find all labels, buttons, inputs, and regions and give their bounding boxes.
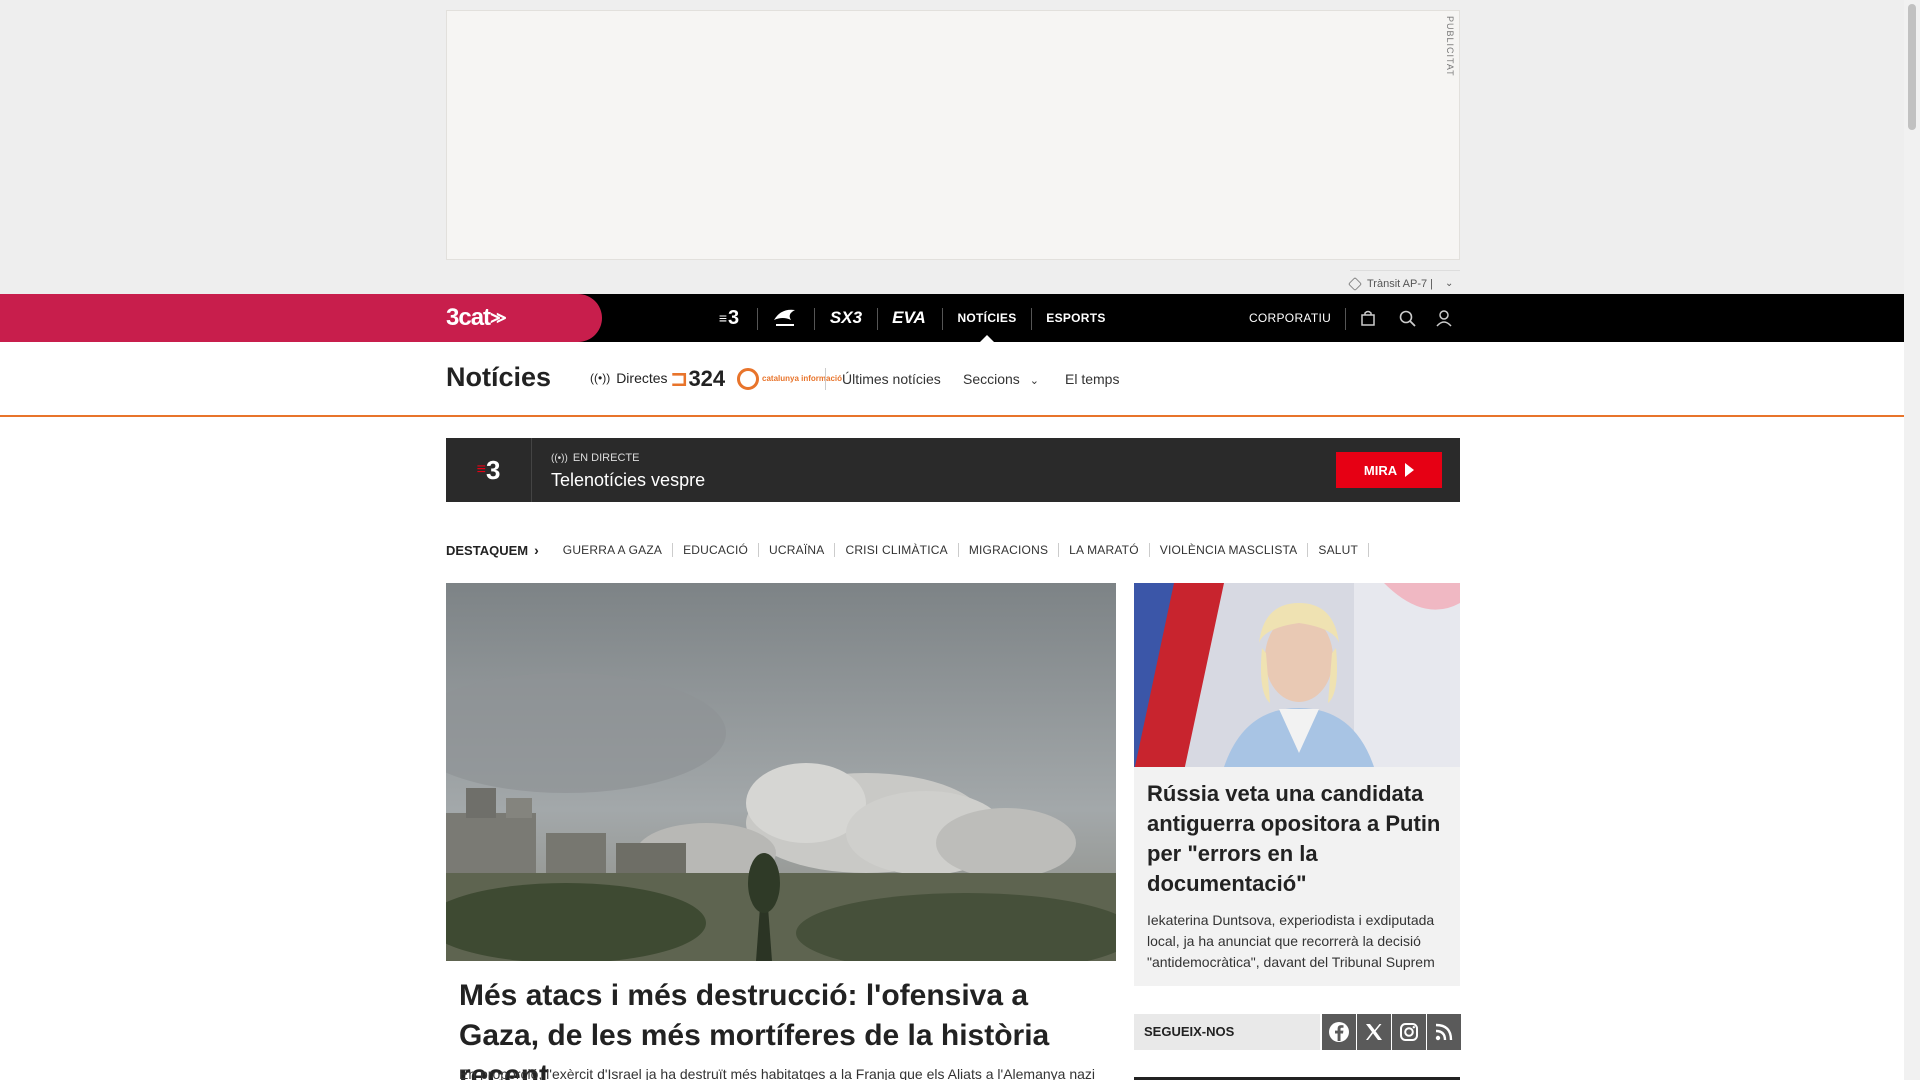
chevron-right-icon: ›	[534, 542, 539, 558]
instagram-icon[interactable]	[1392, 1014, 1426, 1050]
side-article-title[interactable]: Rússia veta una candidata antiguerra opo…	[1147, 779, 1447, 899]
nav-noticies[interactable]: NOTÍCIES	[953, 294, 1021, 342]
highlight-tag[interactable]: EDUCACIÓ	[673, 543, 760, 557]
highlight-tag[interactable]: SALUT	[1308, 543, 1370, 557]
live-status-label: EN DIRECTE	[572, 452, 640, 464]
tv3-channel-link[interactable]: ≡ 3	[712, 294, 746, 342]
el-temps-link[interactable]: El temps	[1065, 371, 1119, 387]
watch-button-label: MIRA	[1363, 462, 1398, 478]
324-logo[interactable]: ⊐324	[670, 366, 725, 392]
watch-button[interactable]: MIRA	[1336, 452, 1442, 488]
rss-icon[interactable]	[1427, 1014, 1461, 1050]
ad-label: PUBLICITAT	[1445, 16, 1455, 77]
section-divider	[825, 368, 826, 390]
traffic-selector[interactable]: Trànsit AP-7 | ⌄	[1347, 270, 1460, 292]
main-article-subtitle: En proporció, l'exèrcit d'Israel ja ha d…	[459, 1066, 1096, 1080]
main-article-image[interactable]	[446, 583, 1116, 961]
nav-divider	[877, 308, 878, 330]
seccions-dropdown[interactable]: Seccions ⌄	[963, 371, 1039, 387]
directes-link[interactable]: ((•)) Directes	[590, 370, 668, 386]
live-status: ((•)) EN DIRECTE	[551, 452, 639, 464]
catradio-channel-link[interactable]	[768, 294, 802, 342]
follow-us-bar: SEGUEIX-NOS	[1134, 1014, 1461, 1050]
catradio-icon	[774, 309, 795, 326]
user-icon[interactable]	[1434, 308, 1454, 328]
live-program-title: Telenotícies vespre	[551, 470, 706, 490]
broadcast-icon: ((•))	[590, 371, 611, 385]
nav-divider	[942, 308, 943, 330]
highlights-lead[interactable]: DESTAQUEM	[446, 543, 528, 558]
ad-zone: PUBLICITAT Trànsit AP-7 | ⌄	[0, 0, 1904, 294]
tag-icon	[1347, 276, 1363, 291]
highlight-tag[interactable]: MIGRACIONS	[959, 543, 1060, 557]
section-header: Notícies ((•)) Directes ⊐324 catalunya i…	[0, 342, 1904, 417]
chevron-down-icon: ⌄	[1029, 375, 1039, 387]
highlight-tag[interactable]: CRISI CLIMÀTICA	[835, 543, 959, 557]
nav-esports[interactable]: ESPORTS	[1043, 294, 1109, 342]
nav-divider	[1031, 308, 1032, 330]
shopping-bag-icon[interactable]	[1358, 308, 1378, 328]
directes-label: Directes	[616, 370, 668, 386]
brand-banner	[0, 294, 602, 342]
highlights-bar: DESTAQUEM › GUERRA A GAZA EDUCACIÓ UCRAÏ…	[446, 540, 1370, 560]
nav-divider	[1345, 308, 1346, 330]
search-icon[interactable]	[1397, 308, 1417, 328]
main-article-title[interactable]: Més atacs i més destrucció: l'ofensiva a…	[459, 976, 1099, 1080]
side-article-subtitle: Iekaterina Duntsova, experiodista i exdi…	[1147, 912, 1435, 970]
scrollbar-thumb[interactable]	[1908, 4, 1916, 130]
page-title[interactable]: Notícies	[446, 362, 551, 393]
tv3-logo: ≡ 3	[446, 438, 532, 502]
chevron-down-icon: ⌄	[1445, 278, 1454, 289]
ad-banner[interactable]	[446, 10, 1460, 260]
catalunya-informacio-logo[interactable]: catalunya informació	[737, 368, 842, 390]
highlight-tag[interactable]: VIOLÈNCIA MASCLISTA	[1150, 543, 1309, 557]
facebook-icon[interactable]	[1322, 1014, 1356, 1050]
nav-divider	[757, 308, 758, 330]
x-icon[interactable]	[1357, 1014, 1391, 1050]
ultimes-noticies-link[interactable]: Últimes notícies	[842, 371, 941, 387]
seccions-label: Seccions	[963, 371, 1020, 387]
nav-corporatiu[interactable]: CORPORATIU	[1248, 294, 1332, 342]
top-navigation: 3cat≫ ≡ 3 SX3 EVA NOTÍCIES ESPORTS CORPOR…	[0, 294, 1904, 342]
highlight-tag[interactable]: GUERRA A GAZA	[553, 543, 674, 557]
sx3-channel-link[interactable]: SX3	[826, 294, 866, 342]
highlight-tag[interactable]: LA MARATÓ	[1059, 543, 1150, 557]
3cat-logo[interactable]: 3cat≫	[446, 304, 507, 332]
broadcast-icon: ((•))	[551, 452, 568, 464]
live-banner[interactable]: ≡ 3 ((•)) EN DIRECTE Telenotícies vespre …	[446, 438, 1460, 502]
side-article-image[interactable]	[1134, 583, 1460, 767]
eva-channel-link[interactable]: EVA	[889, 294, 929, 342]
page-scrollbar[interactable]	[1904, 0, 1920, 1080]
highlight-tag[interactable]: UCRAÏNA	[759, 543, 836, 557]
play-icon	[1405, 463, 1415, 477]
side-article-card[interactable]: Rússia veta una candidata antiguerra opo…	[1134, 583, 1460, 986]
follow-us-label: SEGUEIX-NOS	[1134, 1014, 1320, 1050]
nav-divider	[814, 308, 815, 330]
traffic-label: Trànsit AP-7 |	[1367, 277, 1434, 290]
